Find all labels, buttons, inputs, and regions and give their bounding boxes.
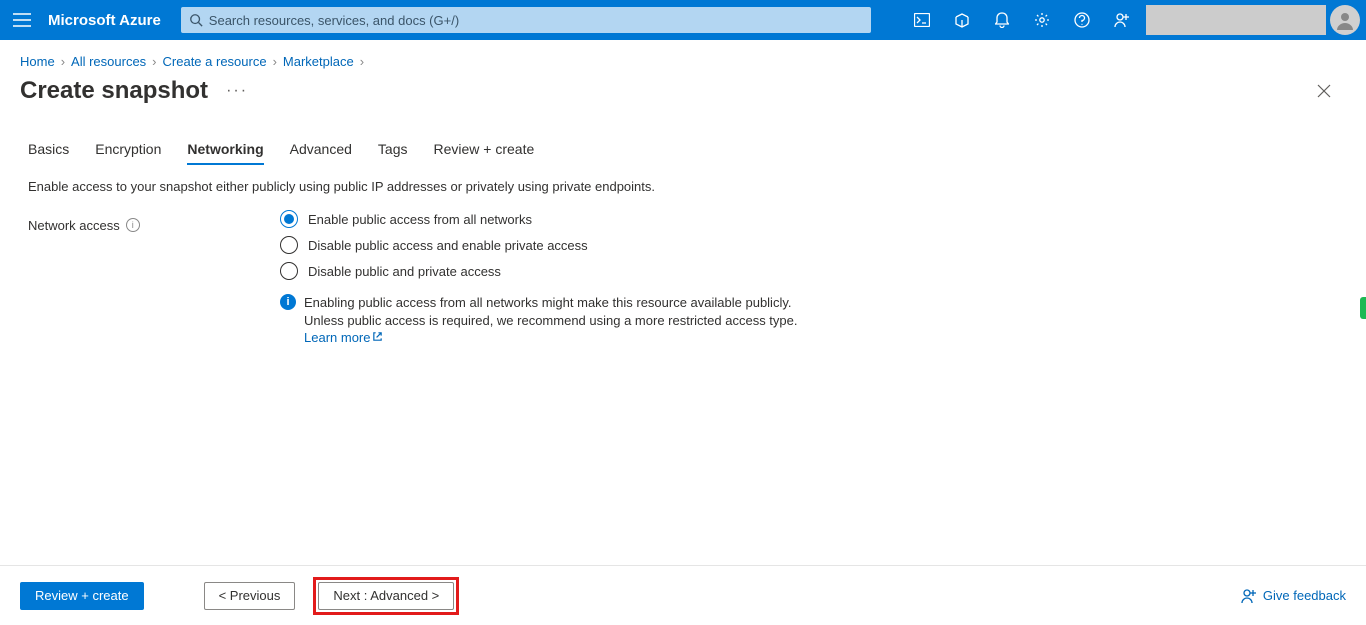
tab-advanced[interactable]: Advanced xyxy=(290,141,352,165)
highlight-annotation: Next : Advanced > xyxy=(313,577,459,615)
external-link-icon xyxy=(372,329,383,347)
chevron-right-icon: › xyxy=(360,54,364,69)
tab-basics[interactable]: Basics xyxy=(28,141,69,165)
radio-label: Disable public access and enable private… xyxy=(308,238,588,253)
radio-icon xyxy=(280,210,298,228)
network-access-row: Network access i Enable public access fr… xyxy=(0,202,1366,347)
note-body: Enabling public access from all networks… xyxy=(304,295,798,328)
tab-tags[interactable]: Tags xyxy=(378,141,408,165)
breadcrumb: Home › All resources › Create a resource… xyxy=(0,40,1366,75)
side-indicator xyxy=(1360,297,1366,319)
user-avatar[interactable] xyxy=(1330,5,1360,35)
network-access-label-text: Network access xyxy=(28,218,120,233)
topbar-icon-group xyxy=(902,0,1366,40)
account-placeholder[interactable] xyxy=(1146,5,1326,35)
radio-option-private[interactable]: Disable public access and enable private… xyxy=(280,236,800,254)
cloud-shell-icon[interactable] xyxy=(902,0,942,40)
radio-label: Disable public and private access xyxy=(308,264,501,279)
radio-icon xyxy=(280,236,298,254)
review-create-button[interactable]: Review + create xyxy=(20,582,144,610)
give-feedback-link[interactable]: Give feedback xyxy=(1241,588,1346,604)
radio-icon xyxy=(280,262,298,280)
close-icon xyxy=(1317,84,1331,98)
chevron-right-icon: › xyxy=(61,54,65,69)
breadcrumb-marketplace[interactable]: Marketplace xyxy=(283,54,354,69)
page-title: Create snapshot xyxy=(20,77,208,105)
network-access-note: i Enabling public access from all networ… xyxy=(280,288,800,347)
radio-label: Enable public access from all networks xyxy=(308,212,532,227)
radio-option-public-all[interactable]: Enable public access from all networks xyxy=(280,210,800,228)
help-icon[interactable] xyxy=(1062,0,1102,40)
feedback-person-icon xyxy=(1241,588,1257,604)
network-access-options: Enable public access from all networks D… xyxy=(280,210,800,347)
tab-review-create[interactable]: Review + create xyxy=(433,141,534,165)
close-button[interactable] xyxy=(1310,77,1338,105)
notifications-icon[interactable] xyxy=(982,0,1022,40)
brand-label[interactable]: Microsoft Azure xyxy=(44,12,175,29)
settings-icon[interactable] xyxy=(1022,0,1062,40)
chevron-right-icon: › xyxy=(152,54,156,69)
breadcrumb-create-resource[interactable]: Create a resource xyxy=(163,54,267,69)
tab-row: Basics Encryption Networking Advanced Ta… xyxy=(0,113,1366,165)
more-actions-button[interactable]: ··· xyxy=(226,82,248,100)
note-text: Enabling public access from all networks… xyxy=(304,294,800,347)
search-icon xyxy=(189,13,203,27)
title-row: Create snapshot ··· xyxy=(0,75,1366,113)
tab-encryption[interactable]: Encryption xyxy=(95,141,161,165)
directories-icon[interactable] xyxy=(942,0,982,40)
learn-more-link[interactable]: Learn more xyxy=(304,330,383,345)
info-icon[interactable]: i xyxy=(126,218,140,232)
feedback-icon[interactable] xyxy=(1102,0,1142,40)
chevron-right-icon: › xyxy=(273,54,277,69)
next-button[interactable]: Next : Advanced > xyxy=(318,582,454,610)
info-blue-icon: i xyxy=(280,294,296,310)
wizard-footer: Review + create < Previous Next : Advanc… xyxy=(0,565,1366,625)
previous-button[interactable]: < Previous xyxy=(204,582,296,610)
tab-networking[interactable]: Networking xyxy=(187,141,263,165)
menu-toggle-button[interactable] xyxy=(0,0,44,40)
tab-description: Enable access to your snapshot either pu… xyxy=(0,165,1366,202)
breadcrumb-home[interactable]: Home xyxy=(20,54,55,69)
feedback-label: Give feedback xyxy=(1263,588,1346,603)
network-access-label: Network access i xyxy=(28,210,280,347)
search-input[interactable] xyxy=(203,13,863,28)
radio-option-disabled[interactable]: Disable public and private access xyxy=(280,262,800,280)
breadcrumb-all-resources[interactable]: All resources xyxy=(71,54,146,69)
global-search[interactable] xyxy=(181,7,871,33)
top-header: Microsoft Azure xyxy=(0,0,1366,40)
